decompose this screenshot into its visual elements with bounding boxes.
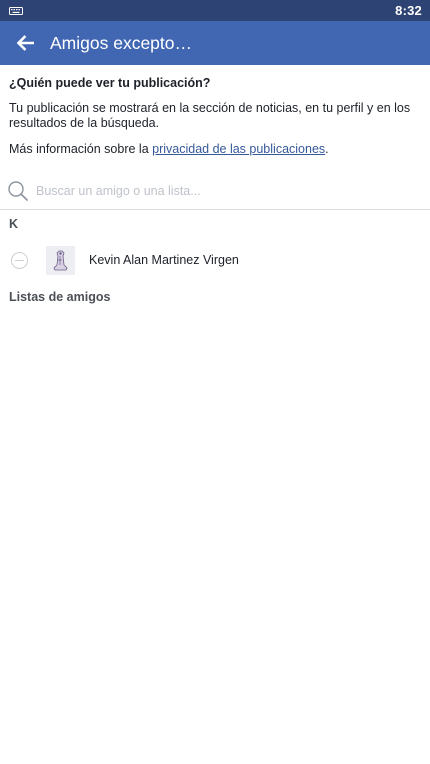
keyboard-icon bbox=[9, 6, 23, 15]
friend-name: Kevin Alan Martinez Virgen bbox=[89, 253, 239, 267]
more-info-prefix: Más información sobre la bbox=[9, 142, 153, 156]
section-header-k: K bbox=[9, 217, 19, 231]
search-bar bbox=[0, 173, 430, 210]
search-input[interactable] bbox=[36, 179, 396, 203]
arrow-left-icon bbox=[16, 35, 34, 51]
profile-picture-icon bbox=[46, 245, 75, 275]
privacy-link[interactable]: privacidad de las publicaciones bbox=[152, 142, 325, 156]
avatar bbox=[46, 245, 75, 275]
audience-question: ¿Quién puede ver tu publicación? bbox=[9, 76, 211, 90]
back-button[interactable] bbox=[0, 21, 50, 65]
friend-row[interactable]: Kevin Alan Martinez Virgen bbox=[0, 238, 430, 282]
page-title: Amigos excepto… bbox=[50, 32, 193, 53]
status-time: 8:32 bbox=[395, 3, 422, 18]
more-info-text: Más información sobre la privacidad de l… bbox=[9, 142, 421, 156]
exclude-radio[interactable] bbox=[11, 251, 28, 269]
status-bar: 8:32 bbox=[0, 0, 430, 21]
search-icon bbox=[8, 181, 28, 201]
more-info-suffix: . bbox=[325, 142, 329, 156]
app-bar: Amigos excepto… bbox=[0, 21, 430, 65]
section-header-friend-lists: Listas de amigos bbox=[9, 290, 111, 304]
minus-icon bbox=[15, 259, 24, 261]
audience-description: Tu publicación se mostrará en la sección… bbox=[9, 101, 411, 130]
